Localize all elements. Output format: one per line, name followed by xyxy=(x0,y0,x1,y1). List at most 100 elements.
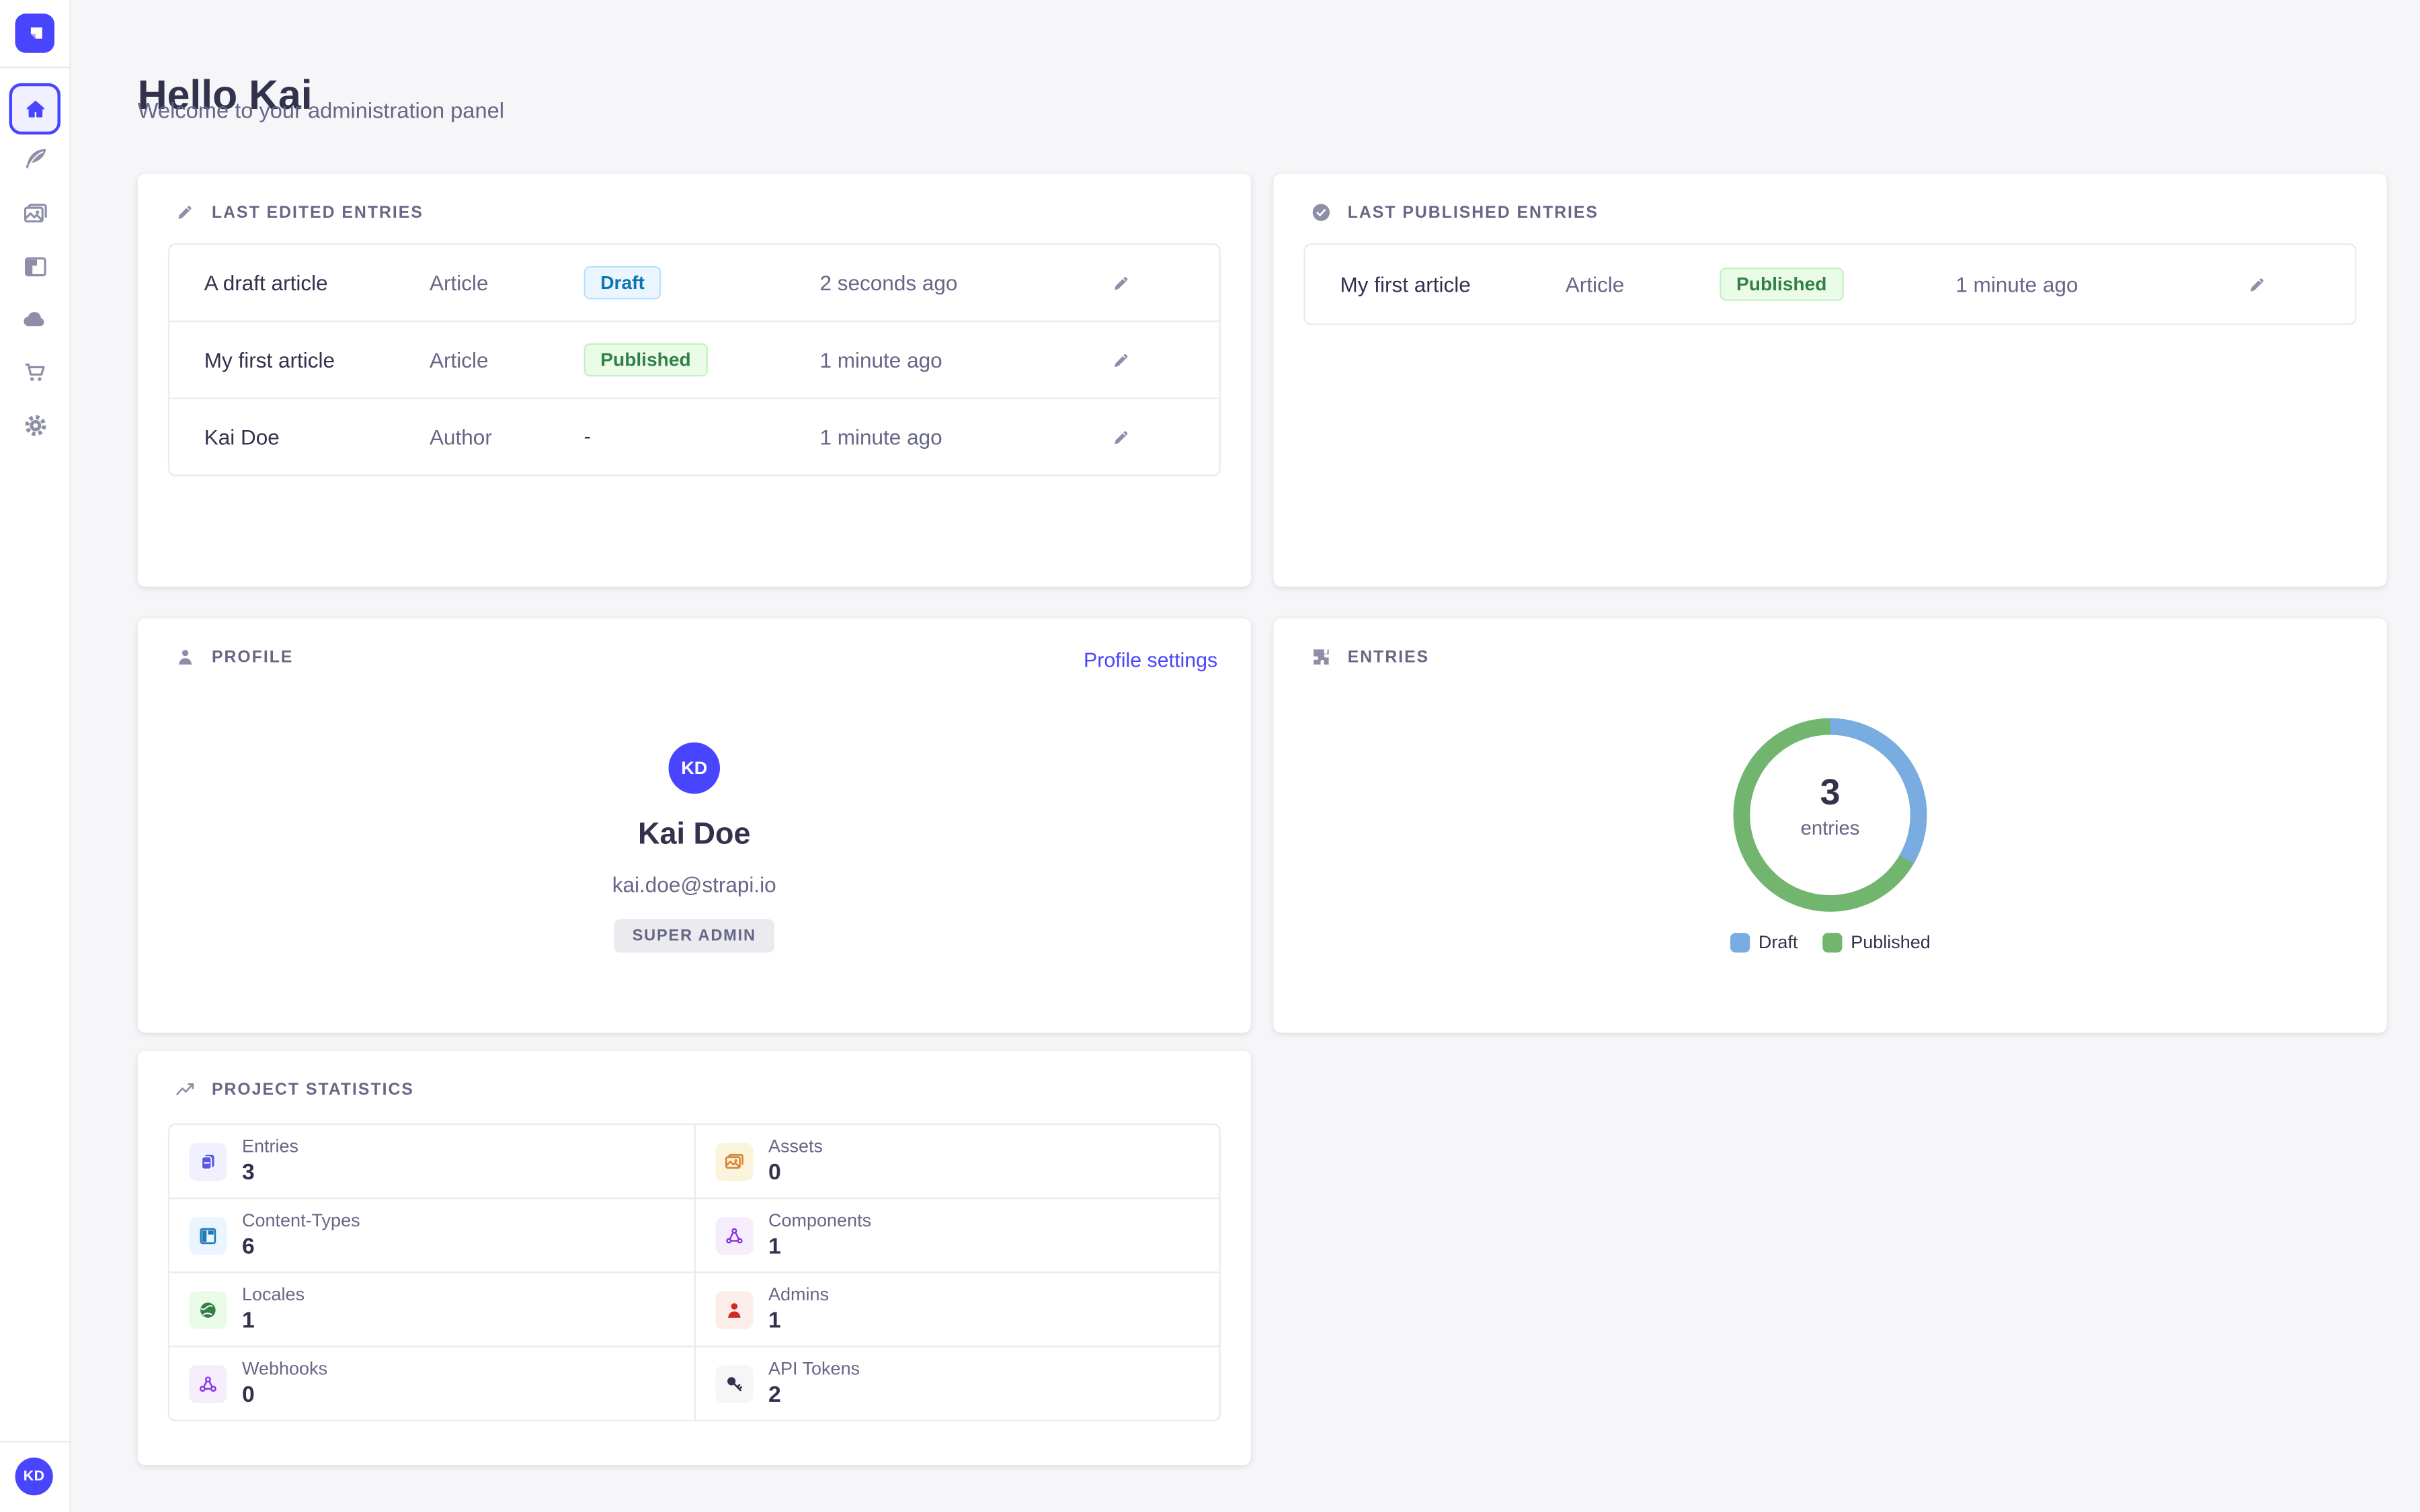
profile-settings-link[interactable]: Profile settings xyxy=(1084,648,1217,671)
stat-value: 6 xyxy=(242,1233,360,1261)
stat-label: Webhooks xyxy=(242,1357,327,1380)
home-icon xyxy=(22,96,48,122)
stat-label: Locales xyxy=(242,1283,305,1306)
trend-up-icon xyxy=(174,1078,197,1101)
project-statistics-card: PROJECT STATISTICS Entries 3 xyxy=(138,1051,1251,1466)
sidebar-item-media-library[interactable] xyxy=(12,191,58,237)
entry-time: 1 minute ago xyxy=(820,425,1098,449)
published-swatch xyxy=(1822,932,1841,952)
sidebar-item-deploy[interactable] xyxy=(12,296,58,342)
entries-count-label: entries xyxy=(1717,817,1944,840)
card-header: PROJECT STATISTICS xyxy=(174,1078,414,1101)
table-row: My first article Article Published 1 min… xyxy=(169,321,1219,398)
card-header: ENTRIES xyxy=(1310,646,1430,669)
entry-type: Article xyxy=(430,271,584,295)
feather-icon xyxy=(20,144,49,173)
last-published-table: My first article Article Published 1 min… xyxy=(1304,243,2357,325)
stat-label: Admins xyxy=(768,1283,829,1306)
stats-table: Entries 3 Assets xyxy=(168,1124,1221,1421)
cloud-icon xyxy=(19,304,50,334)
pictures-icon xyxy=(20,199,49,228)
sidebar-item-marketplace[interactable] xyxy=(12,349,58,395)
check-circle-icon xyxy=(1310,201,1333,224)
chart-legend: Draft Published xyxy=(1274,931,2387,953)
card-title: ENTRIES xyxy=(1348,648,1429,666)
pencil-icon xyxy=(1109,425,1132,448)
entry-name: My first article xyxy=(1340,272,1566,296)
table-row: Kai Doe Author - 1 minute ago xyxy=(169,398,1219,475)
page-subtitle: Welcome to your administration panel xyxy=(138,100,504,124)
entries-donut-chart: 3 entries xyxy=(1717,702,1944,929)
layout-icon xyxy=(189,1216,227,1254)
edit-entry-button[interactable] xyxy=(2234,261,2280,307)
profile-card: PROFILE Profile settings KD Kai Doe kai.… xyxy=(138,618,1251,1033)
nodes-icon xyxy=(715,1216,753,1254)
shopping-cart-icon xyxy=(20,358,49,386)
entry-name: A draft article xyxy=(204,271,430,295)
sidebar-user-avatar[interactable]: KD xyxy=(15,1458,53,1495)
stat-admins: Admins 1 xyxy=(694,1271,1219,1345)
pictures-icon xyxy=(715,1142,753,1180)
last-edited-entries-card: LAST EDITED ENTRIES A draft article Arti… xyxy=(138,174,1251,587)
stat-value: 1 xyxy=(768,1233,871,1261)
sidebar-divider xyxy=(0,67,70,68)
stat-label: Components xyxy=(768,1209,871,1232)
webhook-icon xyxy=(189,1365,227,1402)
table-row: My first article Article Published 1 min… xyxy=(1305,245,2355,324)
card-header: LAST EDITED ENTRIES xyxy=(174,201,424,224)
last-published-entries-card: LAST PUBLISHED ENTRIES My first article … xyxy=(1274,174,2387,587)
edit-entry-button[interactable] xyxy=(1098,415,1144,460)
puzzle-icon xyxy=(1310,646,1333,669)
legend-label: Draft xyxy=(1759,931,1798,953)
strapi-logo xyxy=(15,13,55,53)
draft-swatch xyxy=(1730,932,1749,952)
stat-locales: Locales 1 xyxy=(169,1271,694,1345)
card-title: PROFILE xyxy=(212,648,293,666)
gear-icon xyxy=(20,411,49,439)
status-badge: Draft xyxy=(584,266,661,300)
sidebar-item-home[interactable] xyxy=(9,83,61,135)
stat-label: API Tokens xyxy=(768,1357,860,1380)
sidebar-item-content-type-builder[interactable] xyxy=(12,243,58,289)
sidebar-item-settings[interactable] xyxy=(12,403,58,448)
edit-entry-button[interactable] xyxy=(1098,260,1144,306)
card-header: LAST PUBLISHED ENTRIES xyxy=(1310,201,1599,224)
entry-time: 1 minute ago xyxy=(1955,272,2234,296)
pencil-icon xyxy=(2245,273,2268,296)
card-title: LAST EDITED ENTRIES xyxy=(212,204,424,222)
person-icon xyxy=(715,1290,753,1328)
strapi-admin-homepage: KD Hello Kai Welcome to your administrat… xyxy=(0,0,2420,1512)
avatar: KD xyxy=(669,743,721,794)
entry-time: 1 minute ago xyxy=(820,348,1098,372)
card-title: PROJECT STATISTICS xyxy=(212,1081,414,1099)
entry-time: 2 seconds ago xyxy=(820,271,1098,295)
stat-value: 1 xyxy=(242,1307,305,1335)
profile-name: Kai Doe xyxy=(138,818,1251,853)
documents-icon xyxy=(189,1142,227,1180)
person-icon xyxy=(174,646,197,669)
sidebar-item-content-manager[interactable] xyxy=(12,136,58,182)
entry-type: Author xyxy=(430,425,584,449)
pencil-icon xyxy=(1109,349,1132,372)
globe-icon xyxy=(189,1290,227,1328)
legend-item-draft: Draft xyxy=(1730,931,1798,953)
entry-name: My first article xyxy=(204,348,430,372)
stat-content-types: Content-Types 6 xyxy=(169,1198,694,1271)
stat-label: Assets xyxy=(768,1135,823,1158)
profile-email: kai.doe@strapi.io xyxy=(138,872,1251,896)
last-edited-table: A draft article Article Draft 2 seconds … xyxy=(168,243,1221,476)
entry-name: Kai Doe xyxy=(204,425,430,449)
status-badge: Published xyxy=(584,343,708,377)
stat-value: 1 xyxy=(768,1307,829,1335)
edit-entry-button[interactable] xyxy=(1098,337,1144,383)
strapi-logo-icon xyxy=(24,22,46,45)
profile-body: KD Kai Doe kai.doe@strapi.io SUPER ADMIN xyxy=(138,743,1251,953)
status-empty: - xyxy=(584,423,592,448)
legend-label: Published xyxy=(1851,931,1931,953)
stat-api-tokens: API Tokens 2 xyxy=(694,1346,1219,1420)
pencil-icon xyxy=(174,201,197,224)
stat-entries: Entries 3 xyxy=(169,1125,694,1198)
status-badge: Published xyxy=(1720,267,1843,301)
donut-center-label: 3 entries xyxy=(1717,774,1944,840)
stat-value: 0 xyxy=(242,1382,327,1410)
